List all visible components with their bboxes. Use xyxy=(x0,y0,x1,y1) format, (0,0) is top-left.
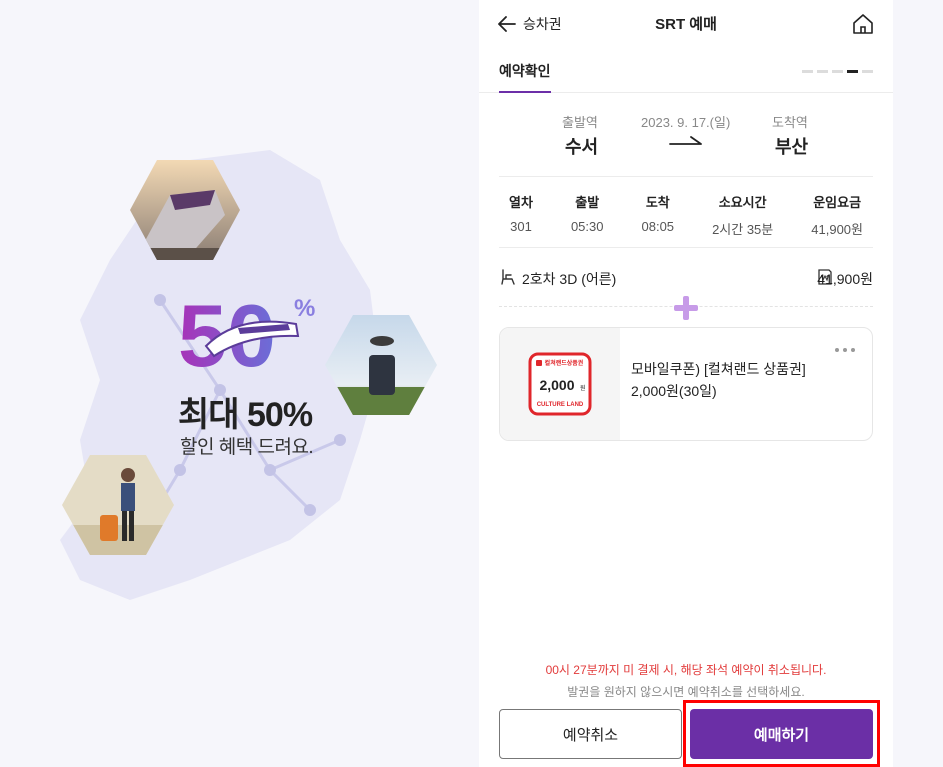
step-1 xyxy=(802,70,813,73)
info-value: 05:30 xyxy=(570,219,604,234)
svg-text:컬쳐랜드상품권: 컬쳐랜드상품권 xyxy=(545,359,584,367)
coupon-card[interactable]: 컬쳐랜드상품권 2,000 원 CULTURE LAND 모바일쿠폰) [컬쳐랜… xyxy=(499,327,873,441)
traveler-photo-hexagon xyxy=(62,455,174,555)
plus-icon xyxy=(674,296,698,320)
info-header: 도착 xyxy=(645,195,670,210)
info-value: 41,900원 xyxy=(811,222,863,237)
info-value: 08:05 xyxy=(641,219,675,234)
seat-description: 2호차 3D (어른) xyxy=(522,271,617,287)
arrival-label: 도착역 xyxy=(772,115,808,130)
info-value: 301 xyxy=(510,219,532,234)
info-arrival-time: 도착 08:05 xyxy=(642,192,675,247)
more-options-icon[interactable] xyxy=(834,346,856,354)
info-header: 운임요금 xyxy=(813,195,862,210)
tab-reservation-confirm[interactable]: 예약확인 xyxy=(499,61,551,93)
info-departure-time: 출발 05:30 xyxy=(571,192,604,247)
info-duration: 소요시간 2시간 35분 xyxy=(712,192,773,247)
arrival-station: 부산 xyxy=(775,137,809,157)
travel-date: 2023. 9. 17.(일) xyxy=(641,115,731,130)
step-2 xyxy=(817,70,828,73)
svg-text:CULTURE LAND: CULTURE LAND xyxy=(537,402,584,408)
cancel-reservation-button[interactable]: 예약취소 xyxy=(499,709,682,759)
svg-text:%: % xyxy=(294,295,315,322)
culture-land-gift-card-image: 컬쳐랜드상품권 2,000 원 CULTURE LAND xyxy=(528,352,592,416)
promo-headline: 최대 50% xyxy=(178,396,313,434)
info-fare: 운임요금 41,900원 xyxy=(811,192,863,247)
promo-subline: 할인 혜택 드려요. xyxy=(180,437,314,458)
seat-icon xyxy=(501,269,515,285)
info-train-number: 열차 301 xyxy=(509,192,533,247)
page-title: SRT 예매 xyxy=(655,16,717,33)
cancel-guide-text: 발권을 원하지 않으시면 예약취소를 선택하세요. xyxy=(567,685,805,699)
fifty-percent-graphic: 50 % xyxy=(178,286,315,374)
info-header: 열차 xyxy=(509,195,533,210)
arrow-right-icon xyxy=(669,136,702,145)
payment-deadline-warning: 00시 27분까지 미 결제 시, 해당 좌석 예약이 취소됩니다. xyxy=(545,663,827,677)
top-bar: 승차권 SRT 예매 xyxy=(479,0,893,48)
route-summary: 출발역 수서 2023. 9. 17.(일) 도착역 부산 xyxy=(479,93,893,176)
train-info-table: 열차 301 출발 05:30 도착 08:05 소요시간 2시간 35분 운임… xyxy=(499,176,873,248)
info-header: 소요시간 xyxy=(718,195,767,210)
step-3 xyxy=(832,70,843,73)
home-icon[interactable] xyxy=(851,12,875,36)
train-photo-hexagon xyxy=(130,160,240,260)
seat-price: 41,900원 xyxy=(817,271,873,287)
step-4-current xyxy=(847,70,858,73)
info-value: 2시간 35분 xyxy=(712,222,774,237)
purchase-button[interactable]: 예매하기 xyxy=(690,709,873,759)
departure-station: 수서 xyxy=(565,137,599,157)
reservation-panel: 승차권 SRT 예매 예약확인 출발역 수서 2023. 9. 17.(일) 도… xyxy=(479,0,893,767)
info-header: 출발 xyxy=(575,195,600,210)
tab-bar: 예약확인 xyxy=(479,48,893,93)
departure-label: 출발역 xyxy=(562,115,598,130)
step-5 xyxy=(862,70,873,73)
luggage-photo-hexagon xyxy=(325,315,437,415)
step-indicator xyxy=(802,70,873,73)
coupon-title: 모바일쿠폰) [컬쳐랜드 상품권] 2,000원(30일) xyxy=(631,361,806,399)
promo-banner: 50 % 최대 50% 할인 혜택 드려요. xyxy=(0,0,478,767)
coupon-image: 컬쳐랜드상품권 2,000 원 CULTURE LAND xyxy=(500,328,620,440)
svg-text:원: 원 xyxy=(580,384,586,392)
payment-notice: 00시 27분까지 미 결제 시, 해당 좌석 예약이 취소됩니다. 발권을 원… xyxy=(479,661,893,700)
svg-text:2,000: 2,000 xyxy=(539,377,574,393)
